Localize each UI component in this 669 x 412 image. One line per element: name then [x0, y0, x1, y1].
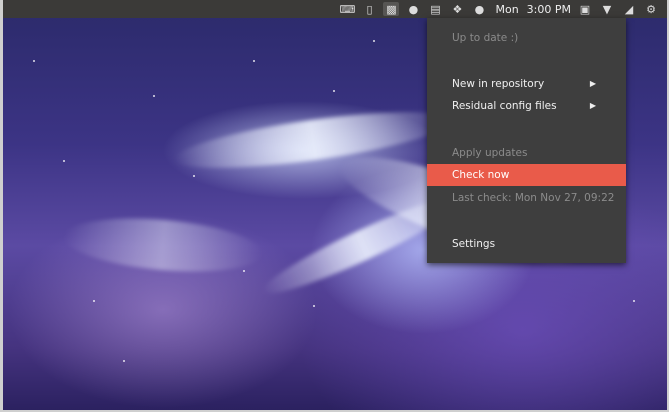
top-panel: ⌨ ▯ ▩ ● ▤ ❖ ● Mon 3:00 PM ▣ ▼ ◢ ⚙: [3, 0, 667, 18]
clock-day[interactable]: Mon: [495, 3, 518, 16]
menu-item-new-in-repository[interactable]: New in repository ▶: [427, 73, 626, 95]
submenu-arrow-icon: ▶: [589, 101, 596, 110]
package-icon[interactable]: ▩: [383, 2, 400, 16]
menu-item-label: Residual config files: [452, 100, 557, 112]
volume-icon[interactable]: ◢: [621, 2, 637, 16]
dropbox-icon[interactable]: ❖: [449, 2, 465, 16]
menu-item-residual-config-files[interactable]: Residual config files ▶: [427, 95, 626, 117]
star: [253, 60, 255, 62]
nebula-streak: [61, 211, 265, 279]
star: [93, 300, 95, 302]
star: [153, 95, 155, 97]
last-check-label: Last check: Mon Nov 27, 09:22: [452, 192, 615, 204]
status-dot-icon[interactable]: ●: [471, 2, 487, 16]
star: [193, 175, 195, 177]
star: [243, 270, 245, 272]
screen-icon[interactable]: ▣: [577, 2, 593, 16]
wifi-icon[interactable]: ▼: [599, 2, 615, 16]
status-label: Up to date :): [452, 32, 519, 44]
star: [123, 360, 125, 362]
star: [373, 40, 375, 42]
star: [633, 300, 635, 302]
keyboard-icon[interactable]: ⌨: [339, 2, 356, 16]
submenu-arrow-icon: ▶: [589, 79, 596, 88]
update-indicator-menu: Up to date :) New in repository ▶ Residu…: [427, 18, 626, 263]
star: [33, 60, 35, 62]
star: [313, 305, 315, 307]
chat-icon[interactable]: ●: [405, 2, 421, 16]
clock-time[interactable]: 3:00 PM: [527, 3, 571, 16]
gear-icon[interactable]: ⚙: [643, 2, 659, 16]
star: [333, 90, 335, 92]
menu-item-check-now[interactable]: Check now: [427, 164, 626, 186]
phone-icon[interactable]: ▯: [361, 2, 377, 16]
star: [63, 160, 65, 162]
menu-item-apply-updates: Apply updates: [452, 147, 528, 159]
menu-item-settings[interactable]: Settings: [427, 233, 626, 255]
clipboard-icon[interactable]: ▤: [427, 2, 443, 16]
menu-item-label: New in repository: [452, 78, 545, 90]
